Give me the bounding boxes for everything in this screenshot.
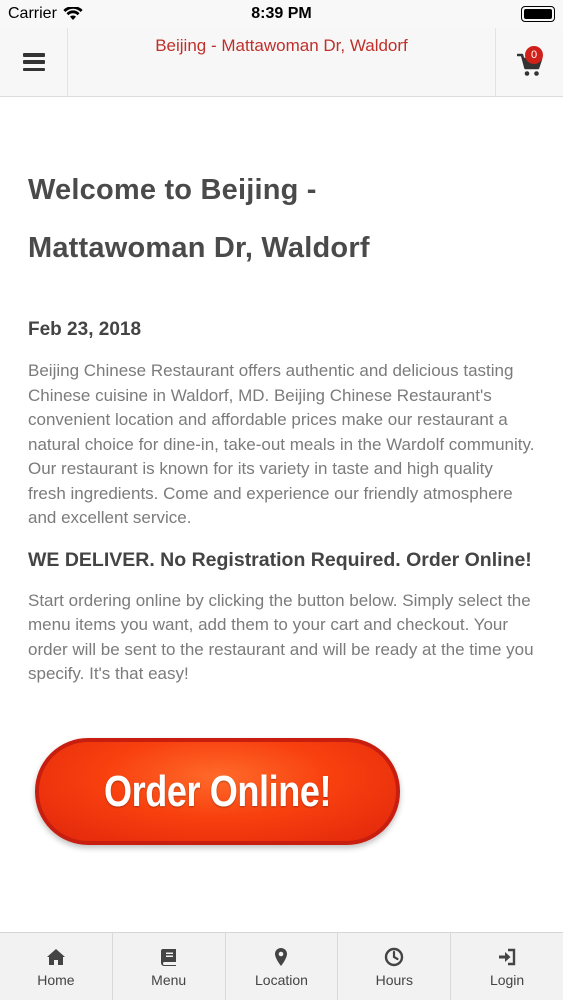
book-icon — [160, 949, 176, 966]
order-online-label: Order Online! — [103, 766, 332, 816]
tab-menu[interactable]: Menu — [113, 933, 226, 1000]
tab-login-label: Login — [489, 972, 525, 988]
tab-location[interactable]: Location — [226, 933, 339, 1000]
tab-home[interactable]: Home — [0, 933, 113, 1000]
post-body: Beijing Chinese Restaurant offers authen… — [28, 361, 535, 527]
map-pin-icon — [275, 948, 288, 966]
app-header: Beijing - Mattawoman Dr, Waldorf 0 — [0, 28, 563, 97]
clock-icon — [385, 947, 404, 967]
status-time: 8:39 PM — [251, 5, 312, 22]
tab-menu-label: Menu — [151, 972, 187, 988]
page-title-line-1: Welcome to Beijing - — [28, 174, 317, 206]
battery-icon — [521, 6, 555, 22]
cart-button[interactable]: 0 — [495, 28, 563, 96]
sign-in-icon — [499, 948, 516, 966]
post-date: Feb 23, 2018 — [28, 319, 142, 340]
tab-login[interactable]: Login — [451, 933, 563, 1000]
cart-count-badge: 0 — [525, 46, 543, 64]
tab-hours[interactable]: Hours — [338, 933, 452, 1000]
hamburger-icon — [22, 53, 45, 71]
tab-location-label: Location — [255, 972, 308, 988]
header-title: Beijing - Mattawoman Dr, Waldorf — [155, 36, 408, 55]
main-content: Welcome to Beijing - Mattawoman Dr, Wald… — [0, 97, 563, 932]
order-instructions: Start ordering online by clicking the bu… — [28, 590, 534, 684]
order-online-button[interactable]: Order Online! — [35, 738, 400, 845]
home-icon — [46, 949, 65, 965]
menu-button[interactable] — [0, 28, 68, 96]
page-title: Welcome to Beijing - Mattawoman Dr, Wald… — [28, 161, 535, 277]
status-bar: Carrier 8:39 PM — [0, 0, 563, 28]
tab-bar: Home Menu Location Hours Login — [0, 932, 563, 1000]
page-title-line-2: Mattawoman Dr, Waldorf — [28, 232, 370, 264]
tab-hours-label: Hours — [375, 972, 413, 988]
tab-home-label: Home — [37, 972, 75, 988]
deliver-heading: WE DELIVER. No Registration Required. Or… — [28, 548, 532, 571]
